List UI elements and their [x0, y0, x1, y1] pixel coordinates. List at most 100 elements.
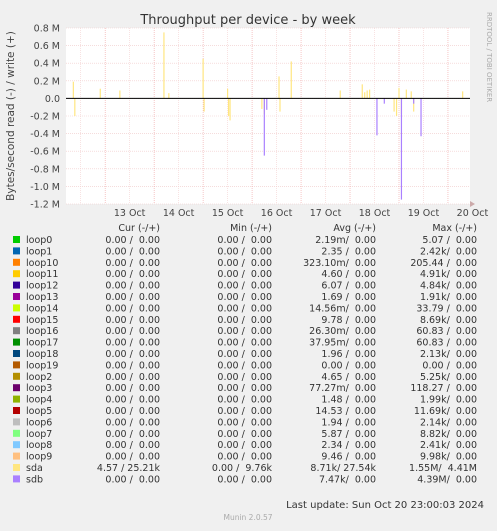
- legend-name: loop11: [26, 269, 58, 280]
- legend-max-value: 1.91k/ 0.00: [420, 292, 477, 303]
- legend-swatch-loop1: [13, 247, 20, 255]
- legend-max-value: 11.69k/ 0.00: [414, 406, 477, 417]
- legend-name: loop14: [26, 303, 58, 314]
- legend-avg-value: 4.65 / 0.00: [321, 372, 376, 383]
- legend-swatch-loop7: [13, 429, 20, 437]
- legend-cur-value: 0.00 / 0.00: [105, 440, 160, 451]
- legend-min-value: 0.00 / 0.00: [217, 474, 272, 485]
- legend-name: loop0: [26, 235, 52, 246]
- legend-swatch-loop15: [13, 315, 20, 323]
- legend-max-value: 8.69k/ 0.00: [420, 315, 477, 326]
- x-tick-label: 15 Oct: [212, 208, 244, 219]
- legend-avg-value: 0.00 / 0.00: [321, 360, 376, 371]
- legend-swatch-loop18: [13, 350, 20, 357]
- x-tick-label: 14 Oct: [163, 208, 195, 219]
- legend-name: loop15: [26, 315, 58, 326]
- legend-avg-value: 14.56m/ 0.00: [309, 303, 376, 314]
- legend-swatch-sda: [13, 464, 20, 471]
- legend-name: loop1: [26, 246, 52, 257]
- legend-max-value: 2.14k/ 0.00: [420, 417, 477, 428]
- legend-name: loop4: [26, 395, 52, 406]
- y-tick-label: -0.4 M: [30, 129, 60, 140]
- y-tick-labels: 0.8 M 0.6 M 0.4 M 0.2 M 0.0 -0.2 M -0.4 M -0.6 …: [30, 24, 60, 211]
- legend-min-value: 0.00 / 0.00: [217, 338, 272, 349]
- rrdtool-side-label: RRDTOOL / TOBI OETIKER: [485, 12, 493, 102]
- munin-chart: Throughput per device - by week Bytes/se…: [0, 0, 497, 527]
- y-tick-label: 0.4 M: [34, 59, 60, 70]
- legend-cur-value: 0.00 / 0.00: [105, 372, 160, 383]
- legend-max-value: 2.41k/ 0.00: [420, 440, 477, 451]
- legend-min-value: 0.00 / 9.76k: [212, 463, 273, 474]
- legend-cur-value: 0.00 / 0.00: [105, 417, 160, 428]
- legend-swatch-loop5: [13, 407, 20, 414]
- legend-cur-value: 0.00 / 0.00: [105, 349, 160, 360]
- legend-name: loop12: [26, 281, 58, 292]
- legend-cur-value: 0.00 / 0.00: [105, 383, 160, 394]
- legend-avg-value: 37.95m/ 0.00: [309, 338, 376, 349]
- chart-title: Throughput per device - by week: [139, 13, 356, 28]
- x-tick-label: 19 Oct: [408, 208, 440, 219]
- x-tick-label: 20 Oct: [457, 208, 489, 219]
- legend-avg-value: 1.96 / 0.00: [321, 349, 376, 360]
- legend-max-value: 4.39M/ 0.00: [417, 474, 477, 485]
- legend-name: loop17: [26, 338, 58, 349]
- legend-min-value: 0.00 / 0.00: [217, 417, 272, 428]
- legend-swatch-loop11: [13, 270, 20, 278]
- legend-cur-value: 0.00 / 0.00: [105, 360, 160, 371]
- munin-footer: Munin 2.0.57: [223, 513, 272, 522]
- legend-max-value: 33.79 / 0.00: [416, 303, 477, 314]
- legend-avg-value: 2.34 / 0.00: [321, 440, 376, 451]
- legend-swatch-loop8: [13, 441, 20, 449]
- legend-swatch-loop2: [13, 372, 20, 380]
- y-tick-label: -0.8 M: [30, 164, 60, 175]
- legend-max-value: 0.00 / 0.00: [422, 360, 477, 371]
- legend-cur-value: 0.00 / 0.00: [105, 395, 160, 406]
- last-update: Last update: Sun Oct 20 23:00:03 2024: [286, 500, 484, 511]
- x-tick-label: 16 Oct: [261, 208, 293, 219]
- legend-min-value: 0.00 / 0.00: [217, 292, 272, 303]
- legend-min-value: 0.00 / 0.00: [217, 235, 272, 246]
- legend-max-value: 60.83 / 0.00: [416, 326, 477, 337]
- y-tick-label: -1.2 M: [30, 200, 60, 211]
- legend-cur-value: 0.00 / 0.00: [105, 292, 160, 303]
- legend-max-value: 2.13k/ 0.00: [420, 349, 477, 360]
- legend-swatch-loop9: [13, 452, 20, 460]
- legend-cur-value: 0.00 / 0.00: [105, 429, 160, 440]
- legend-avg-value: 8.71k/ 27.54k: [310, 463, 376, 474]
- legend-max-value: 9.98k/ 0.00: [420, 452, 477, 463]
- legend-min-value: 0.00 / 0.00: [217, 303, 272, 314]
- y-tick-label: 0.2 M: [34, 76, 60, 87]
- legend-min-value: 0.00 / 0.00: [217, 406, 272, 417]
- legend-cur-value: 0.00 / 0.00: [105, 474, 160, 485]
- legend-cur-value: 0.00 / 0.00: [105, 315, 160, 326]
- legend-swatch-loop19: [13, 361, 20, 369]
- legend-cur-value: 0.00 / 0.00: [105, 246, 160, 257]
- legend-max-value: 1.55M/ 4.41M: [409, 463, 477, 474]
- legend-avg-value: 2.35 / 0.00: [321, 246, 376, 257]
- legend-min-value: 0.00 / 0.00: [217, 281, 272, 292]
- legend-avg-value: 77.27m/ 0.00: [309, 383, 376, 394]
- legend-cur-value: 0.00 / 0.00: [105, 235, 160, 246]
- legend-avg-value: 323.10m/ 0.00: [303, 258, 376, 269]
- x-tick-label: 17 Oct: [310, 208, 342, 219]
- legend-avg-value: 1.69 / 0.00: [321, 292, 376, 303]
- legend-min-value: 0.00 / 0.00: [217, 246, 272, 257]
- legend-min-value: 0.00 / 0.00: [217, 452, 272, 463]
- legend-name: loop10: [26, 258, 58, 269]
- legend-swatch-sdb: [13, 475, 20, 483]
- y-tick-label: 0.0: [45, 94, 60, 105]
- chart-svg: Throughput per device - by week Bytes/se…: [0, 0, 497, 527]
- legend-name: loop5: [26, 406, 52, 417]
- legend-swatch-loop3: [13, 384, 20, 392]
- y-tick-label: -0.2 M: [30, 112, 60, 123]
- legend-header: Max (-/+): [432, 223, 477, 234]
- legend-name: loop7: [26, 429, 52, 440]
- legend-name: loop6: [26, 417, 52, 428]
- legend-min-value: 0.00 / 0.00: [217, 372, 272, 383]
- legend-swatch-loop0: [13, 236, 20, 243]
- legend-cur-value: 0.00 / 0.00: [105, 326, 160, 337]
- legend-max-value: 1.99k/ 0.00: [420, 395, 477, 406]
- y-tick-label: 0.6 M: [34, 41, 60, 52]
- legend-swatch-loop14: [13, 304, 20, 312]
- legend-max-value: 2.42k/ 0.00: [420, 246, 477, 257]
